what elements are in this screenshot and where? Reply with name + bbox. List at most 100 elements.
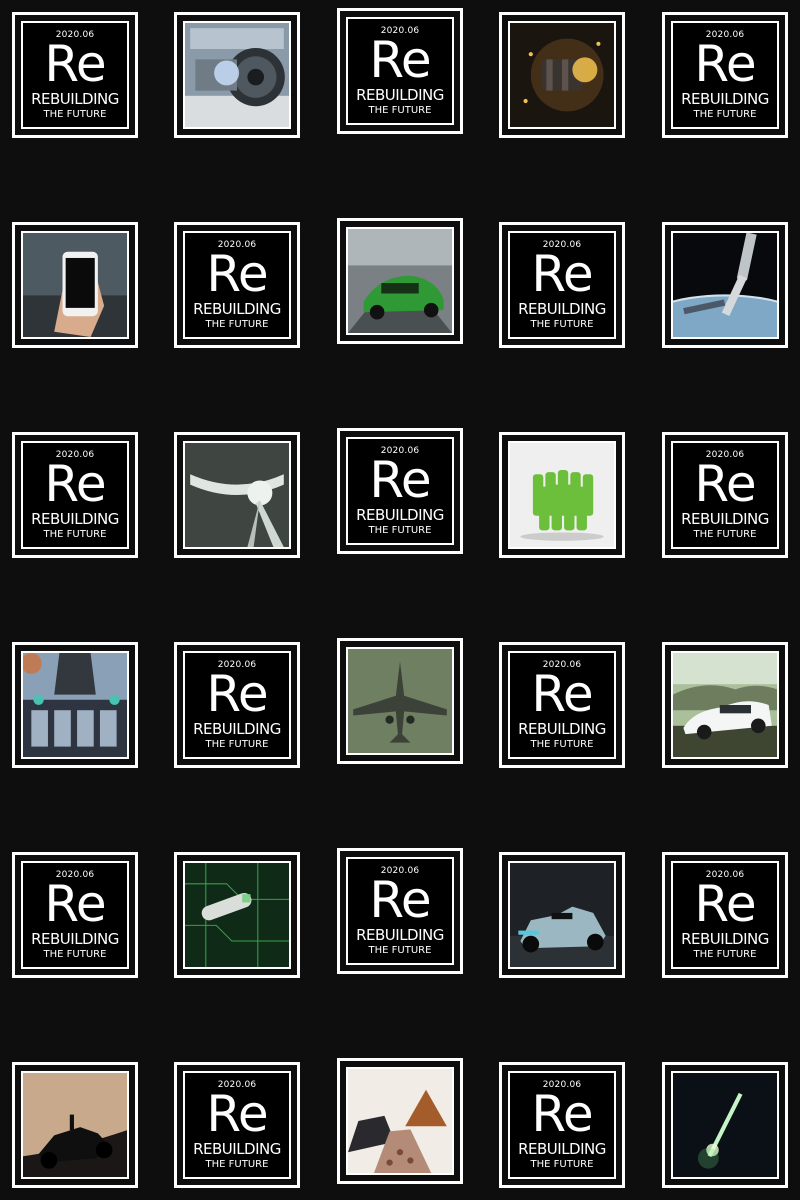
logo-tile[interactable]: 2020.06 Re REBUILDING THE FUTURE xyxy=(337,848,463,974)
element-symbol: Re xyxy=(44,875,106,933)
element-symbol: Re xyxy=(44,455,106,513)
logo-frame: 2020.06 Re REBUILDING THE FUTURE xyxy=(346,17,454,125)
photo-frame xyxy=(508,21,616,129)
logo-frame: 2020.06 Re REBUILDING THE FUTURE xyxy=(21,441,129,549)
element-symbol: Re xyxy=(44,35,106,93)
logo-word: REBUILDING xyxy=(31,930,119,948)
hand-holding-smartphone-image xyxy=(23,233,127,337)
logo-word: REBUILDING xyxy=(681,90,769,108)
logo-tagline: THE FUTURE xyxy=(693,949,757,960)
logo-word: REBUILDING xyxy=(681,930,769,948)
photo-frame xyxy=(346,227,454,335)
logo-frame: 2020.06 Re REBUILDING THE FUTURE xyxy=(508,231,616,339)
photo-tile-green-battery-cells[interactable] xyxy=(499,432,625,558)
logo-tile[interactable]: 2020.06 Re REBUILDING THE FUTURE xyxy=(12,852,138,978)
logo-word: REBUILDING xyxy=(193,300,281,318)
logo-tile[interactable]: 2020.06 Re REBUILDING THE FUTURE xyxy=(499,642,625,768)
element-symbol: Re xyxy=(531,1085,593,1143)
photo-tile-wind-turbine-hub[interactable] xyxy=(174,432,300,558)
logo-word: REBUILDING xyxy=(518,300,606,318)
logo-frame: 2020.06 Re REBUILDING THE FUTURE xyxy=(346,437,454,545)
logo-tagline: THE FUTURE xyxy=(693,109,757,120)
photo-frame xyxy=(183,21,291,129)
photo-tile-circuit-board-battery[interactable] xyxy=(174,852,300,978)
element-symbol: Re xyxy=(531,245,593,303)
logo-tagline: THE FUTURE xyxy=(43,109,107,120)
jet-engine-maintenance-image xyxy=(185,23,289,127)
logo-frame: 2020.06 Re REBUILDING THE FUTURE xyxy=(21,21,129,129)
photo-tile-formula-car-silhouette[interactable] xyxy=(12,1062,138,1188)
logo-tile[interactable]: 2020.06 Re REBUILDING THE FUTURE xyxy=(662,12,788,138)
logo-tile[interactable]: 2020.06 Re REBUILDING THE FUTURE xyxy=(337,428,463,554)
photo-tile-green-sports-car[interactable] xyxy=(337,218,463,344)
logo-tagline: THE FUTURE xyxy=(368,105,432,116)
logo-tile[interactable]: 2020.06 Re REBUILDING THE FUTURE xyxy=(174,222,300,348)
element-symbol: Re xyxy=(531,665,593,723)
logo-tile[interactable]: 2020.06 Re REBUILDING THE FUTURE xyxy=(662,432,788,558)
photo-tile-hand-holding-smartphone[interactable] xyxy=(12,222,138,348)
robotic-arm-over-earth-image xyxy=(673,233,777,337)
logo-tagline: THE FUTURE xyxy=(530,1159,594,1170)
logo-tile[interactable]: 2020.06 Re REBUILDING THE FUTURE xyxy=(12,432,138,558)
logo-tagline: THE FUTURE xyxy=(205,319,269,330)
photo-tile-battery-module-assembly[interactable] xyxy=(12,642,138,768)
logo-tile[interactable]: 2020.06 Re REBUILDING THE FUTURE xyxy=(12,12,138,138)
logo-tile[interactable]: 2020.06 Re REBUILDING THE FUTURE xyxy=(337,8,463,134)
logo-word: REBUILDING xyxy=(31,90,119,108)
photo-frame xyxy=(508,861,616,969)
logo-word: REBUILDING xyxy=(356,86,444,104)
logo-word: REBUILDING xyxy=(356,926,444,944)
circuit-board-battery-image xyxy=(185,863,289,967)
logo-tagline: THE FUTURE xyxy=(368,525,432,536)
wind-turbine-hub-image xyxy=(185,443,289,547)
logo-tile[interactable]: 2020.06 Re REBUILDING THE FUTURE xyxy=(174,642,300,768)
photo-tile-white-electric-car[interactable] xyxy=(662,642,788,768)
logo-frame: 2020.06 Re REBUILDING THE FUTURE xyxy=(346,857,454,965)
element-symbol: Re xyxy=(694,455,756,513)
green-battery-cells-image xyxy=(510,443,614,547)
fighter-jet-image xyxy=(348,649,452,753)
logo-tile[interactable]: 2020.06 Re REBUILDING THE FUTURE xyxy=(499,1062,625,1188)
formula-e-racecar-image xyxy=(510,863,614,967)
logo-tagline: THE FUTURE xyxy=(205,739,269,750)
photo-frame xyxy=(346,647,454,755)
photo-tile-fighter-jet[interactable] xyxy=(337,638,463,764)
formula-car-silhouette-image xyxy=(23,1073,127,1177)
logo-frame: 2020.06 Re REBUILDING THE FUTURE xyxy=(183,231,291,339)
logo-tile[interactable]: 2020.06 Re REBUILDING THE FUTURE xyxy=(174,1062,300,1188)
photo-frame xyxy=(183,861,291,969)
green-sports-car-image xyxy=(348,229,452,333)
element-symbol: Re xyxy=(694,875,756,933)
photo-tile-jet-engine-maintenance[interactable] xyxy=(174,12,300,138)
photo-frame xyxy=(671,651,779,759)
logo-tile[interactable]: 2020.06 Re REBUILDING THE FUTURE xyxy=(499,222,625,348)
photo-tile-robotic-arm-over-earth[interactable] xyxy=(662,222,788,348)
element-symbol: Re xyxy=(369,451,431,509)
photo-frame xyxy=(21,231,129,339)
photo-tile-formula-e-racecar[interactable] xyxy=(499,852,625,978)
rocket-launch-night-image xyxy=(673,1073,777,1177)
logo-tagline: THE FUTURE xyxy=(43,949,107,960)
logo-tile[interactable]: 2020.06 Re REBUILDING THE FUTURE xyxy=(662,852,788,978)
logo-word: REBUILDING xyxy=(518,720,606,738)
photo-frame xyxy=(671,231,779,339)
logo-tagline: THE FUTURE xyxy=(205,1159,269,1170)
photo-tile-raw-minerals-pile[interactable] xyxy=(337,1058,463,1184)
logo-frame: 2020.06 Re REBUILDING THE FUTURE xyxy=(508,651,616,759)
photo-frame xyxy=(21,651,129,759)
photo-frame xyxy=(21,1071,129,1179)
logo-word: REBUILDING xyxy=(356,506,444,524)
photo-tile-exploding-cylinder-cell[interactable] xyxy=(499,12,625,138)
photo-frame xyxy=(346,1067,454,1175)
photo-frame xyxy=(671,1071,779,1179)
element-symbol: Re xyxy=(694,35,756,93)
logo-frame: 2020.06 Re REBUILDING THE FUTURE xyxy=(671,441,779,549)
raw-minerals-pile-image xyxy=(348,1069,452,1173)
photo-frame xyxy=(183,441,291,549)
logo-frame: 2020.06 Re REBUILDING THE FUTURE xyxy=(508,1071,616,1179)
photo-tile-rocket-launch-night[interactable] xyxy=(662,1062,788,1188)
logo-word: REBUILDING xyxy=(193,1140,281,1158)
logo-frame: 2020.06 Re REBUILDING THE FUTURE xyxy=(671,861,779,969)
logo-frame: 2020.06 Re REBUILDING THE FUTURE xyxy=(21,861,129,969)
element-symbol: Re xyxy=(206,1085,268,1143)
